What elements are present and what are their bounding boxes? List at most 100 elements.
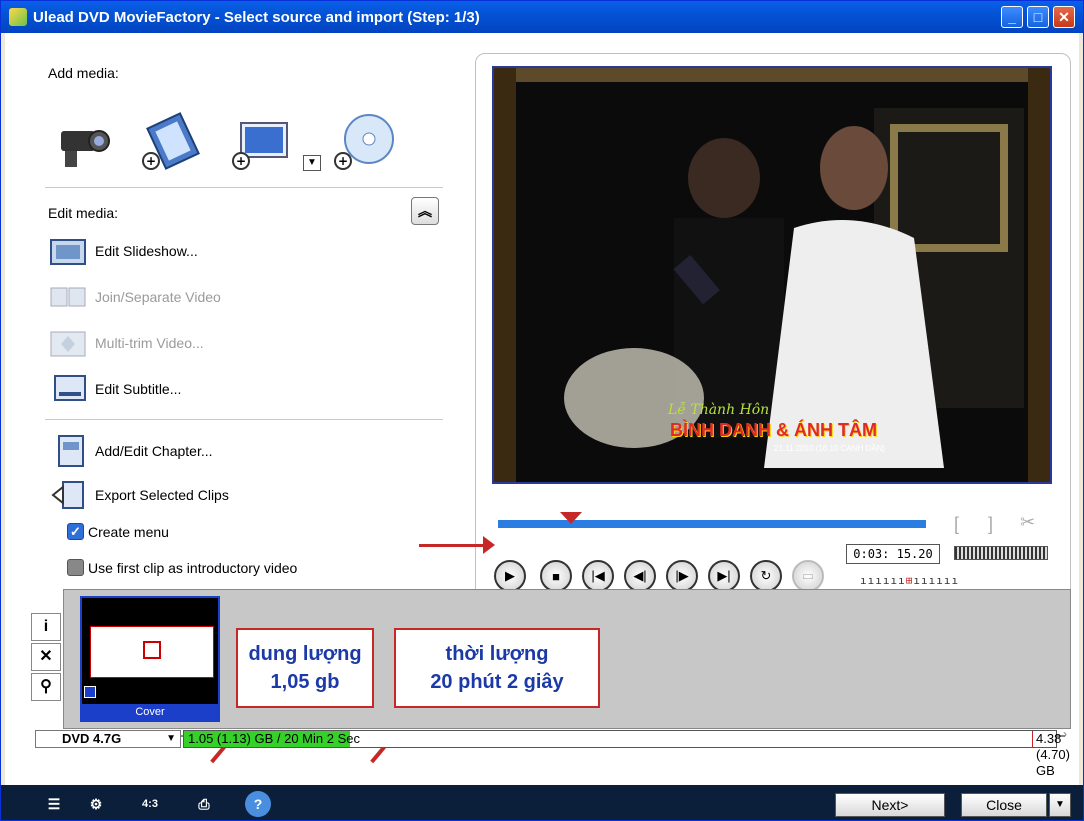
export-icon [49,477,89,513]
collapse-up-button[interactable]: ︽ [411,197,439,225]
video-text-line2: BÌNH DANH & ÁNH TÂM [670,420,877,440]
bottom-toolbar: ☰ ⚙ 4:3 ⎙ ? Next> Close ▼ [1,785,1083,820]
window-title: Ulead DVD MovieFactory - Select source a… [33,8,480,26]
repeat-button[interactable]: ↻ [750,560,782,592]
stop-button[interactable]: ■ [540,560,572,592]
size-annotation: dung lượng 1,05 gb [236,628,374,708]
size-annotation-line1: dung lượng [248,643,362,665]
minimize-button[interactable]: _ [1001,6,1023,28]
play-button[interactable]: ▶ [494,560,526,592]
join-video-icon [49,279,89,315]
go-to-start-button[interactable]: |◀ [582,560,614,592]
chapter-icon [49,433,89,469]
info-button[interactable]: i [31,613,61,641]
duration-annotation-line1: thời lượng [445,643,549,665]
image-dropdown-arrow-icon[interactable]: ▼ [303,155,321,171]
help-icon[interactable]: ? [245,791,271,817]
capacity-limit-marker [1032,731,1033,747]
checkbox-icon [67,559,84,576]
video-text-line1: Lễ Thành Hôn [668,402,770,418]
maximize-button[interactable]: □ [1027,6,1049,28]
edit-slideshow-label: Edit Slideshow... [95,243,198,259]
size-annotation-line2: 1,05 gb [270,671,340,693]
export-clips-item[interactable]: Export Selected Clips [49,477,229,513]
join-separate-item[interactable]: Join/Separate Video [49,279,221,315]
first-clip-checkbox[interactable]: Use first clip as introductory video [67,559,297,576]
main-area: Add media: + + ▼ + Edit media: ︽ Edit Sl… [5,33,1079,785]
subtitle-icon [49,371,89,407]
checkmark-icon: ✓ [67,523,84,540]
annotation-arrow [419,544,489,547]
first-clip-label: Use first clip as introductory video [88,559,298,576]
edit-slideshow-item[interactable]: Edit Slideshow... [49,233,198,269]
disc-icon[interactable]: + [333,109,397,173]
video-text-line3: 21.11.2010 (16.10 CANH DẦN) [774,444,886,453]
add-edit-chapter-item[interactable]: Add/Edit Chapter... [49,433,213,469]
close-button[interactable]: Close [961,793,1047,817]
capacity-used-label: 1.05 (1.13) GB / 20 Min 2 Sec [188,731,360,746]
multi-trim-icon [49,325,89,361]
image-file-icon[interactable]: + [231,109,295,173]
disabled-control-button[interactable]: ▭ [792,560,824,592]
annotation-arrowhead-icon [483,536,495,554]
timeline-marker-icon[interactable] [560,512,582,524]
duration-annotation-line2: 20 phút 2 giây [430,671,564,693]
svg-text:+: + [146,154,156,168]
left-panel: Add media: + + ▼ + Edit media: ︽ Edit Sl… [5,33,475,583]
thumbnail-image [90,626,214,678]
jog-wheel[interactable] [954,546,1048,560]
next-button[interactable]: Next> [835,793,945,817]
delete-button[interactable]: ✕ [31,643,61,671]
add-media-label: Add media: [48,65,119,81]
edit-subtitle-label: Edit Subtitle... [95,381,182,397]
chevron-down-icon: ▼ [166,733,176,744]
create-menu-label: Create menu [88,523,169,540]
close-dropdown-icon[interactable]: ▼ [1049,793,1071,817]
thumbnail-emblem-icon [143,641,161,659]
multi-trim-item[interactable]: Multi-trim Video... [49,325,204,361]
printer-icon[interactable]: ⎙ [189,791,219,817]
svg-text:+: + [236,154,246,168]
mark-out-icon[interactable]: ] [988,514,993,535]
create-menu-checkbox[interactable]: ✓ Create menu [67,523,169,540]
join-separate-label: Join/Separate Video [95,289,221,305]
svg-text:+: + [338,154,348,168]
go-to-end-button[interactable]: ▶| [708,560,740,592]
thumbnail-type-icon [84,686,96,698]
menu-list-icon[interactable]: ☰ [39,791,69,817]
separator [45,419,443,420]
status-bar: DVD 4.7G ▼ 1.05 (1.13) GB / 20 Min 2 Sec… [35,729,1070,778]
title-bar: Ulead DVD MovieFactory - Select source a… [1,1,1083,33]
next-frame-button[interactable]: |▶ [666,560,698,592]
multi-trim-label: Multi-trim Video... [95,335,204,351]
media-tray: Cover dung lượng 1,05 gb thời lượng 20 p… [63,589,1071,729]
slideshow-icon [49,233,89,269]
capacity-bar: 1.05 (1.13) GB / 20 Min 2 Sec 4.38 (4.70… [183,730,1070,778]
thumbnail-caption: Cover [82,704,218,720]
add-edit-chapter-label: Add/Edit Chapter... [95,443,213,459]
disc-type-value: DVD 4.7G [62,731,122,746]
timecode-display[interactable]: 0:03: 15.20 [846,544,940,564]
capacity-remaining-label: 4.38 (4.70) GB [1036,731,1070,778]
aspect-ratio-icon[interactable]: 4:3 [135,791,165,817]
camcorder-icon[interactable] [51,109,115,173]
shuttle-scale-icon[interactable]: ıııııı⊞ıııııı [860,574,959,587]
edit-media-label: Edit media: [48,205,119,221]
close-window-button[interactable]: ✕ [1053,6,1075,28]
preview-panel: Lễ Thành Hôn BÌNH DANH & ÁNH TÂM 21.11.2… [475,53,1071,613]
main-window: Ulead DVD MovieFactory - Select source a… [0,0,1084,821]
video-file-icon[interactable]: + [141,109,205,173]
video-preview: Lễ Thành Hôn BÌNH DANH & ÁNH TÂM 21.11.2… [492,66,1052,484]
separator [45,187,443,188]
previous-frame-button[interactable]: ◀| [624,560,656,592]
export-clips-label: Export Selected Clips [95,487,229,503]
mark-in-icon[interactable]: [ [954,514,959,535]
settings-gear-icon[interactable]: ⚙ [81,791,111,817]
edit-subtitle-item[interactable]: Edit Subtitle... [49,371,181,407]
cover-thumbnail[interactable]: Cover [80,596,220,722]
disc-type-select[interactable]: DVD 4.7G ▼ [35,730,181,748]
scissors-icon[interactable]: ✂ [1020,512,1035,533]
duration-annotation: thời lượng 20 phút 2 giây [394,628,600,708]
app-icon [9,8,27,26]
zoom-button[interactable]: ⚲ [31,673,61,701]
